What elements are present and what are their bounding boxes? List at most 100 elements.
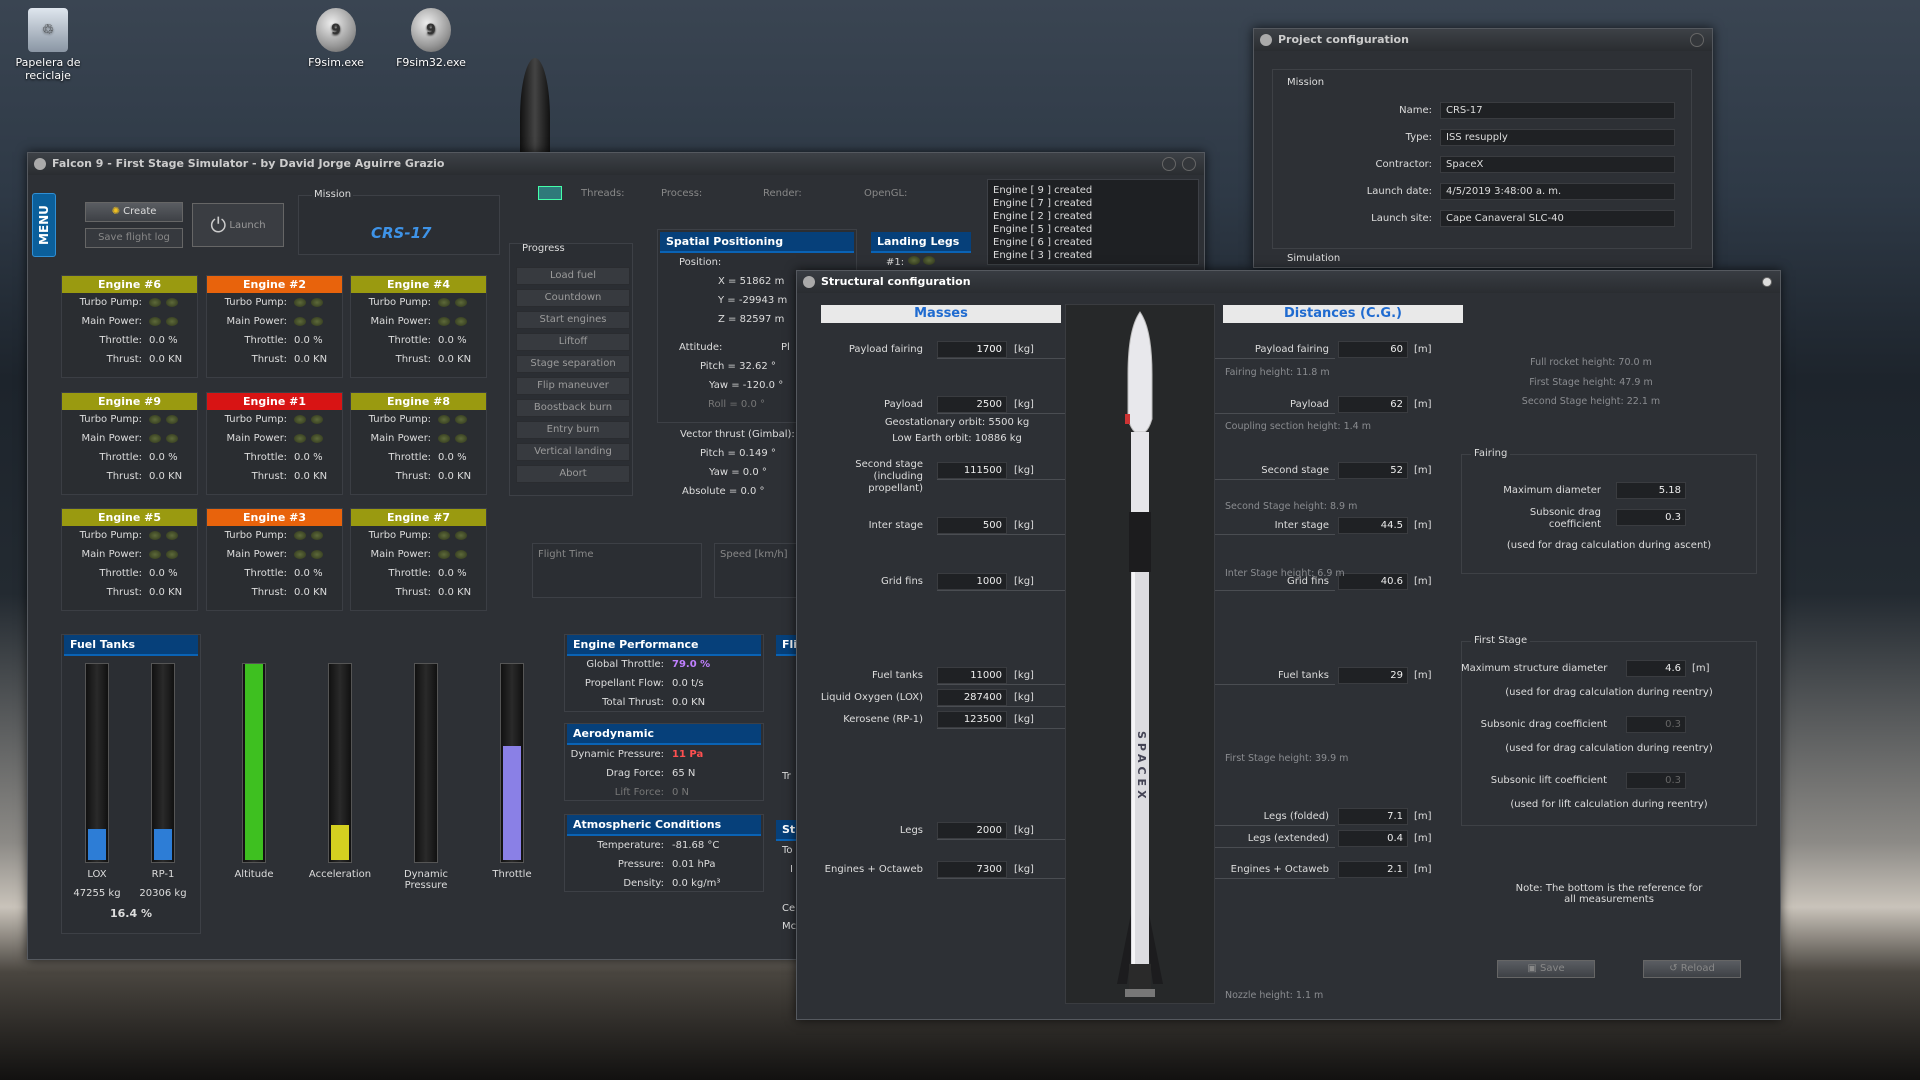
progress-step[interactable]: Start engines — [516, 311, 630, 329]
progress-step[interactable]: Abort — [516, 465, 630, 483]
distance-input[interactable]: 0.4 — [1338, 830, 1408, 847]
first-stage-height-note: First Stage height: 39.9 m — [1225, 753, 1349, 764]
mass-input[interactable]: 123500 — [937, 711, 1007, 728]
guide-line — [937, 479, 1065, 480]
engine-row-label: Throttle: — [244, 568, 287, 579]
progress-step[interactable]: Stage separation — [516, 355, 630, 373]
fuel-tanks-title: Fuel Tanks — [64, 635, 198, 656]
menu-button[interactable]: MENU — [32, 193, 56, 257]
progress-step[interactable]: Liftoff — [516, 333, 630, 351]
engine-row-label: Turbo Pump: — [224, 414, 287, 425]
inter-stage-height-note: Inter Stage height: 6.9 m — [1225, 568, 1345, 579]
fairing-max-diameter-input[interactable]: 5.18 — [1616, 482, 1686, 499]
close-icon[interactable] — [1182, 157, 1196, 171]
max-structure-diameter-input[interactable]: 4.6 — [1626, 660, 1686, 677]
mass-input[interactable]: 11000 — [937, 667, 1007, 684]
engine-title: Engine #9 — [62, 393, 197, 410]
engine-row-label: Throttle: — [99, 335, 142, 346]
distance-label: Fuel tanks — [1277, 670, 1329, 681]
engine-performance-title: Engine Performance — [567, 635, 761, 656]
falcon9-rocket-image — [1117, 311, 1163, 997]
position-label: Position: — [679, 257, 722, 268]
engine-row: Turbo Pump: — [62, 410, 197, 429]
drag-force-label: Drag Force: — [606, 768, 664, 779]
mass-input[interactable]: 2000 — [937, 822, 1007, 839]
progress-step[interactable]: Vertical landing — [516, 443, 630, 461]
full-height: Full rocket height: 70.0 m — [1530, 357, 1652, 368]
desktop-icon-recycle-bin[interactable]: ♲ Papelera de reciclaje — [8, 8, 88, 82]
progress-step[interactable]: Flip maneuver — [516, 377, 630, 395]
desktop-icon-label: F9sim32.exe — [396, 56, 466, 69]
app-icon — [34, 158, 46, 170]
distance-input[interactable]: 52 — [1338, 462, 1408, 479]
dynpress-gauge — [414, 663, 438, 863]
engine-row-label: Thrust: — [395, 354, 431, 365]
launch-site-input[interactable]: Cape Canaveral SLC-40 — [1440, 210, 1675, 227]
distance-input[interactable]: 2.1 — [1338, 861, 1408, 878]
status-led — [455, 415, 467, 424]
fairing-drag-label: Subsonic drag coefficient — [1529, 507, 1601, 530]
unit-label: [m] — [1414, 344, 1432, 355]
fairing-drag-input[interactable]: 0.3 — [1616, 509, 1686, 526]
contractor-input[interactable]: SpaceX — [1440, 156, 1675, 173]
close-icon[interactable] — [1690, 33, 1704, 47]
simulator-titlebar[interactable]: Falcon 9 - First Stage Simulator - by Da… — [28, 153, 1204, 175]
reference-note: Note: The bottom is the reference for al… — [1515, 883, 1703, 905]
dynamic-pressure-label: Dynamic Pressure — [403, 869, 449, 891]
save-button[interactable]: ▣ Save — [1497, 960, 1595, 978]
minimize-icon[interactable] — [1162, 157, 1176, 171]
engine-row: Thrust: 0.0 KN — [351, 467, 486, 486]
first-stage-drag-input[interactable]: 0.3 — [1626, 716, 1686, 733]
engine-title: Engine #8 — [351, 393, 486, 410]
engine-row: Throttle: 0.0 % — [62, 448, 197, 467]
create-button[interactable]: ✺ Create — [85, 202, 183, 222]
desktop-icon-f9sim[interactable]: 9 F9sim.exe — [296, 8, 376, 69]
mass-input[interactable]: 2500 — [937, 396, 1007, 413]
mass-input[interactable]: 7300 — [937, 861, 1007, 878]
mass-input[interactable]: 111500 — [937, 462, 1007, 479]
project-config-titlebar[interactable]: Project configuration — [1254, 29, 1712, 51]
mission-group-title: Mission — [1284, 77, 1328, 88]
distance-input[interactable]: 60 — [1338, 341, 1408, 358]
structural-titlebar[interactable]: Structural configuration — [797, 271, 1780, 293]
distance-input[interactable]: 7.1 — [1338, 808, 1408, 825]
engine-row-value: 0.0 KN — [149, 471, 183, 482]
engine-row: Main Power: — [207, 312, 342, 331]
desktop-icon-f9sim32[interactable]: 9 F9sim32.exe — [391, 8, 471, 69]
nozzle-height-note: Nozzle height: 1.1 m — [1225, 990, 1324, 1001]
status-led — [149, 531, 161, 540]
type-input[interactable]: ISS resupply — [1440, 129, 1675, 146]
mass-input[interactable]: 1000 — [937, 573, 1007, 590]
fairing-max-diameter-label: Maximum diameter — [1503, 485, 1601, 496]
log-line: Engine [ 2 ] created — [993, 211, 1093, 222]
first-stage-lift-input[interactable]: 0.3 — [1626, 772, 1686, 789]
desktop-icon-label: Papelera de reciclaje — [15, 56, 81, 82]
type-label: Type: — [1405, 132, 1432, 143]
distance-input[interactable]: 62 — [1338, 396, 1408, 413]
fairing-note: (used for drag calculation during ascent… — [1506, 540, 1712, 551]
reload-button[interactable]: ↺ Reload — [1643, 960, 1741, 978]
distance-input[interactable]: 29 — [1338, 667, 1408, 684]
progress-step[interactable]: Entry burn — [516, 421, 630, 439]
distance-input[interactable]: 44.5 — [1338, 517, 1408, 534]
project-config-window: Project configuration Mission Name: CRS-… — [1253, 28, 1713, 268]
progress-step[interactable]: Boostback burn — [516, 399, 630, 417]
progress-step[interactable]: Load fuel — [516, 267, 630, 285]
mass-input[interactable]: 1700 — [937, 341, 1007, 358]
mass-input[interactable]: 287400 — [937, 689, 1007, 706]
lox-gauge-fill — [88, 828, 106, 860]
launch-date-input[interactable]: 4/5/2019 3:48:00 a. m. — [1440, 183, 1675, 200]
distance-input[interactable]: 40.6 — [1338, 573, 1408, 590]
save-flight-log-button[interactable]: Save flight log — [85, 228, 183, 248]
name-input[interactable]: CRS-17 — [1440, 102, 1675, 119]
progress-step[interactable]: Countdown — [516, 289, 630, 307]
distance-label: Legs (folded) — [1263, 811, 1329, 822]
leo-capacity: Low Earth orbit: 10886 kg — [892, 433, 1022, 444]
mass-input[interactable]: 500 — [937, 517, 1007, 534]
engine-row: Throttle: 0.0 % — [351, 331, 486, 350]
launch-button[interactable]: ⏻ Launch — [192, 203, 284, 247]
event-log[interactable]: Engine [ 9 ] created Engine [ 7 ] create… — [987, 179, 1199, 265]
engine-row-value: 0.0 % — [438, 335, 467, 346]
engine-row: Thrust: 0.0 KN — [62, 350, 197, 369]
close-icon[interactable] — [1762, 277, 1772, 287]
